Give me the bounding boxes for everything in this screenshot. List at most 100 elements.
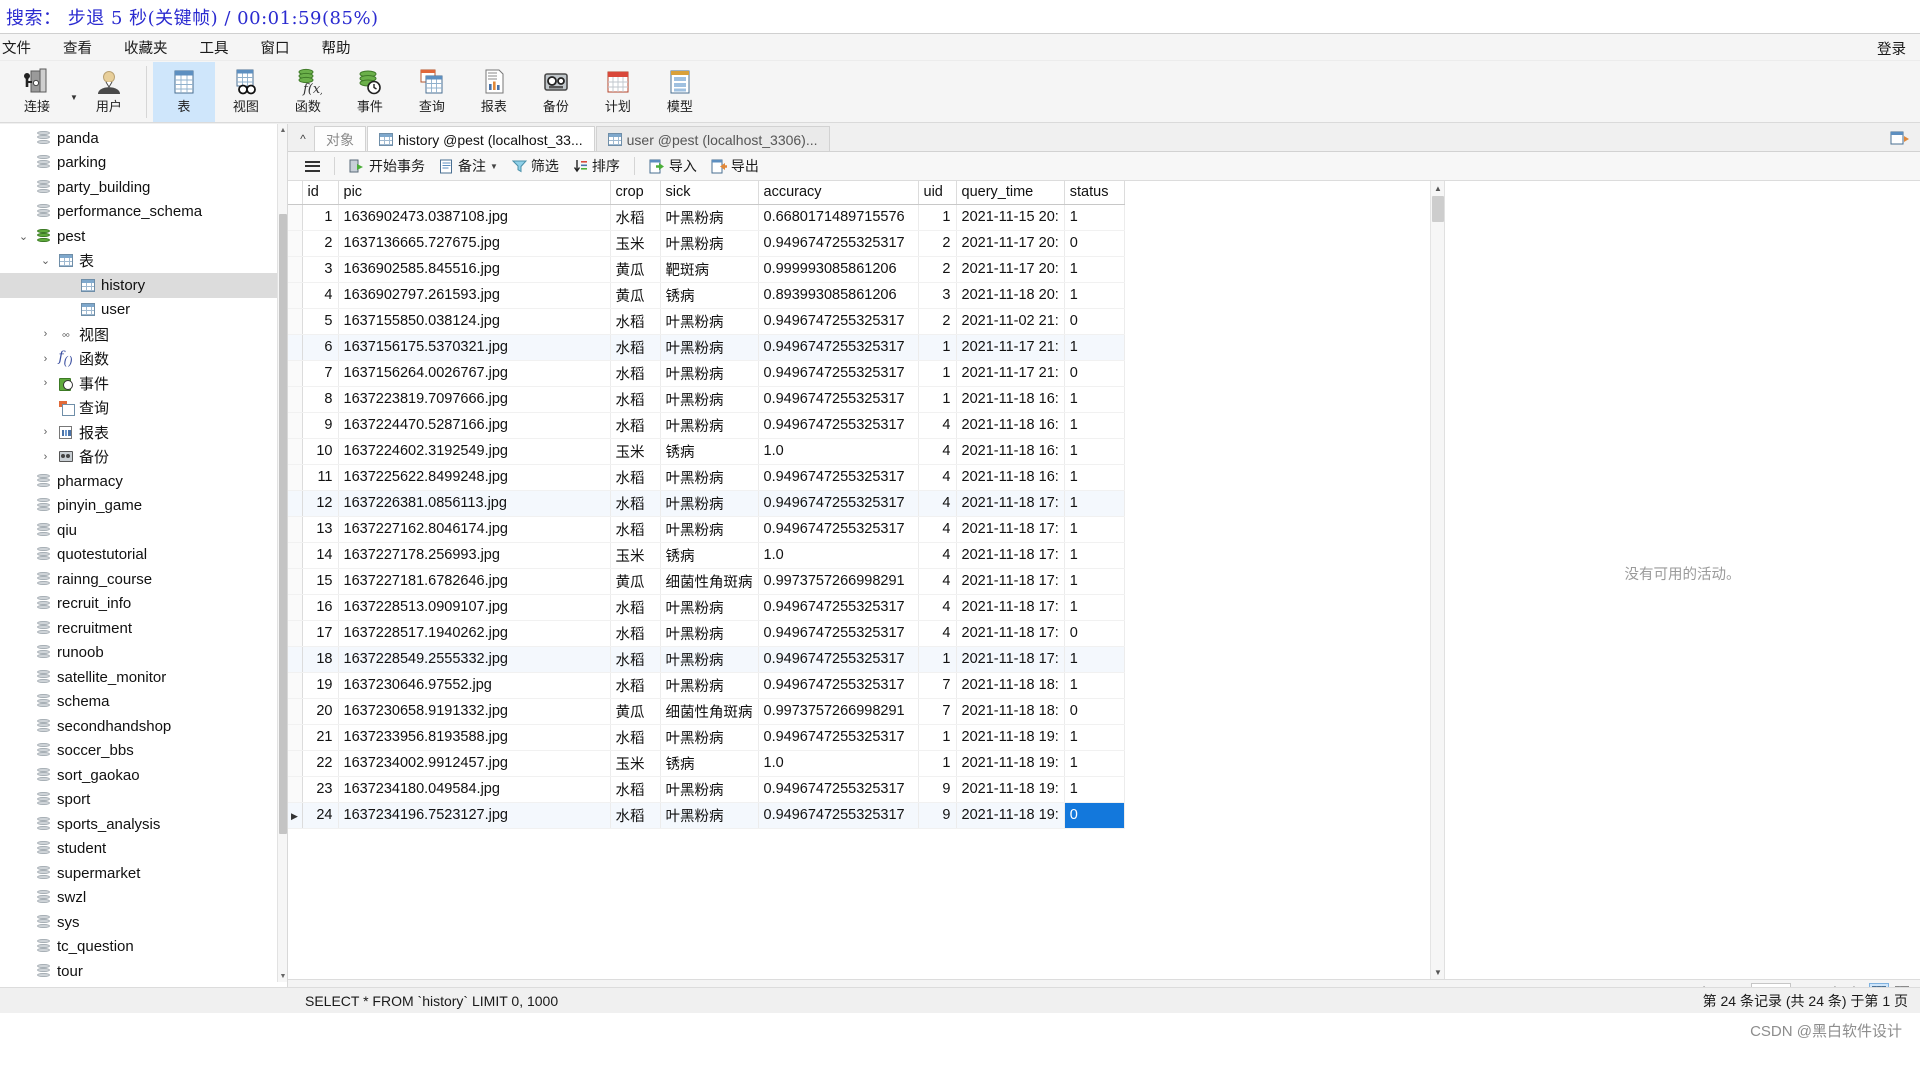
table-row[interactable]: 1 1636902473.0387108.jpg 水稻 叶黑粉病 0.668017148… (288, 204, 1125, 231)
cell-accuracy[interactable]: 0.9496747255325317 (758, 490, 919, 517)
tree-item-secondhandshop[interactable]: secondhandshop (0, 714, 277, 739)
tree-item-recruit_info[interactable]: recruit_info (0, 592, 277, 617)
cell-id[interactable]: 22 (302, 750, 339, 777)
cell-crop[interactable]: 黄瓜 (610, 568, 661, 595)
cell-status[interactable]: 1 (1064, 438, 1125, 465)
ribbon-button-schedule[interactable]: 计划 (587, 62, 649, 122)
cell-pic[interactable]: 1637227162.8046174.jpg (338, 516, 611, 543)
cell-pic[interactable]: 1637230646.97552.jpg (338, 672, 611, 699)
cell-pic[interactable]: 1637227178.256993.jpg (338, 542, 611, 569)
cell-status[interactable]: 0 (1064, 230, 1125, 257)
cell-query_time[interactable]: 2021-11-15 20: (956, 204, 1065, 231)
cell-query_time[interactable]: 2021-11-18 16: (956, 412, 1065, 439)
cell-pic[interactable]: 1637234180.049584.jpg (338, 776, 611, 803)
ribbon-button-user[interactable]: 用户 (78, 62, 140, 122)
ribbon-button-function[interactable]: f(x) 函数 (277, 62, 339, 122)
cell-uid[interactable]: 2 (918, 256, 957, 283)
cell-accuracy[interactable]: 0.9496747255325317 (758, 386, 919, 413)
tree-item-sport[interactable]: sport (0, 788, 277, 813)
database-tree[interactable]: panda parking party_building performance… (0, 124, 277, 982)
cell-id[interactable]: 18 (302, 646, 339, 673)
row-marker[interactable] (288, 516, 303, 543)
cell-sick[interactable]: 叶黑粉病 (660, 412, 759, 439)
cell-accuracy[interactable]: 0.9496747255325317 (758, 230, 919, 257)
table-row[interactable]: 16 1637228513.0909107.jpg 水稻 叶黑粉病 0.94967472… (288, 594, 1125, 621)
tree-item-party_building[interactable]: party_building (0, 175, 277, 200)
cell-status[interactable]: 1 (1064, 386, 1125, 413)
cell-uid[interactable]: 7 (918, 672, 957, 699)
tree-item--[interactable]: ⌄ 表 (0, 249, 277, 274)
row-marker[interactable] (288, 594, 303, 621)
cell-query_time[interactable]: 2021-11-18 18: (956, 672, 1065, 699)
sidebar-scrollbar[interactable]: ▲ ▼ (277, 124, 287, 982)
cell-pic[interactable]: 1636902473.0387108.jpg (338, 204, 611, 231)
cell-query_time[interactable]: 2021-11-18 18: (956, 698, 1065, 725)
cell-query_time[interactable]: 2021-11-18 19: (956, 776, 1065, 803)
cell-query_time[interactable]: 2021-11-18 17: (956, 594, 1065, 621)
cell-sick[interactable]: 锈病 (660, 438, 759, 465)
cell-crop[interactable]: 黄瓜 (610, 698, 661, 725)
tree-item--[interactable]: › ◦◦ 视图 (0, 322, 277, 347)
cell-uid[interactable]: 4 (918, 464, 957, 491)
cell-crop[interactable]: 水稻 (610, 204, 661, 231)
cell-crop[interactable]: 水稻 (610, 646, 661, 673)
row-marker[interactable] (288, 386, 303, 413)
cell-status[interactable]: 0 (1064, 620, 1125, 647)
cell-uid[interactable]: 4 (918, 620, 957, 647)
cell-query_time[interactable]: 2021-11-18 16: (956, 386, 1065, 413)
cell-uid[interactable]: 9 (918, 776, 957, 803)
cell-accuracy[interactable]: 1.0 (758, 750, 919, 777)
cell-status[interactable]: 1 (1064, 464, 1125, 491)
data-grid[interactable]: id pic crop sick accuracy uid query_time status… (288, 181, 1444, 979)
tree-item--[interactable]: › f() 函数 (0, 347, 277, 372)
cell-accuracy[interactable]: 1.0 (758, 438, 919, 465)
column-header-pic[interactable]: pic (338, 181, 611, 205)
cell-status[interactable]: 1 (1064, 490, 1125, 517)
cell-id[interactable]: 11 (302, 464, 339, 491)
cell-crop[interactable]: 水稻 (610, 516, 661, 543)
scroll-up-icon[interactable]: ▲ (278, 124, 287, 136)
cell-query_time[interactable]: 2021-11-18 16: (956, 464, 1065, 491)
cell-pic[interactable]: 1637233956.8193588.jpg (338, 724, 611, 751)
cell-id[interactable]: 12 (302, 490, 339, 517)
cell-uid[interactable]: 1 (918, 334, 957, 361)
cell-sick[interactable]: 叶黑粉病 (660, 230, 759, 257)
cell-sick[interactable]: 锈病 (660, 542, 759, 569)
cell-status[interactable]: 0 (1064, 698, 1125, 725)
cell-crop[interactable]: 水稻 (610, 672, 661, 699)
cell-query_time[interactable]: 2021-11-02 21: (956, 308, 1065, 335)
cell-id[interactable]: 4 (302, 282, 339, 309)
cell-pic[interactable]: 1637224470.5287166.jpg (338, 412, 611, 439)
row-marker[interactable] (288, 204, 303, 231)
cell-id[interactable]: 21 (302, 724, 339, 751)
column-header-crop[interactable]: crop (610, 181, 661, 205)
sort-button[interactable]: 排序 (566, 153, 627, 179)
chevron-right-icon[interactable]: › (36, 328, 55, 340)
cell-uid[interactable]: 4 (918, 542, 957, 569)
menu-item-window[interactable]: 窗口 (245, 34, 306, 61)
cell-sick[interactable]: 叶黑粉病 (660, 620, 759, 647)
menu-item-file[interactable]: 文件 (0, 34, 47, 61)
cell-sick[interactable]: 叶黑粉病 (660, 516, 759, 543)
menu-item-favorites[interactable]: 收藏夹 (108, 34, 184, 61)
sidebar-scroll-thumb[interactable] (279, 214, 287, 834)
cell-query_time[interactable]: 2021-11-18 20: (956, 282, 1065, 309)
tree-item-performance_schema[interactable]: performance_schema (0, 200, 277, 225)
table-row[interactable]: 8 1637223819.7097666.jpg 水稻 叶黑粉病 0.949674725… (288, 386, 1125, 413)
cell-sick[interactable]: 叶黑粉病 (660, 594, 759, 621)
cell-query_time[interactable]: 2021-11-17 20: (956, 230, 1065, 257)
cell-accuracy[interactable]: 0.9496747255325317 (758, 646, 919, 673)
table-row[interactable]: 23 1637234180.049584.jpg 水稻 叶黑粉病 0.949674725… (288, 776, 1125, 803)
table-row[interactable]: 19 1637230646.97552.jpg 水稻 叶黑粉病 0.9496747255… (288, 672, 1125, 699)
column-header-status[interactable]: status (1064, 181, 1125, 205)
cell-accuracy[interactable]: 0.999993085861206 (758, 256, 919, 283)
cell-accuracy[interactable]: 0.9496747255325317 (758, 724, 919, 751)
chevron-right-icon[interactable]: › (36, 353, 55, 365)
tree-item--[interactable]: › 报表 (0, 420, 277, 445)
chevron-right-icon[interactable]: › (36, 451, 55, 463)
cell-status[interactable]: 1 (1064, 750, 1125, 777)
table-row[interactable]: 5 1637155850.038124.jpg 水稻 叶黑粉病 0.9496747255… (288, 308, 1125, 335)
ribbon-button-report[interactable]: 报表 (463, 62, 525, 122)
cell-id[interactable]: 20 (302, 698, 339, 725)
menu-item-help[interactable]: 帮助 (306, 34, 367, 61)
